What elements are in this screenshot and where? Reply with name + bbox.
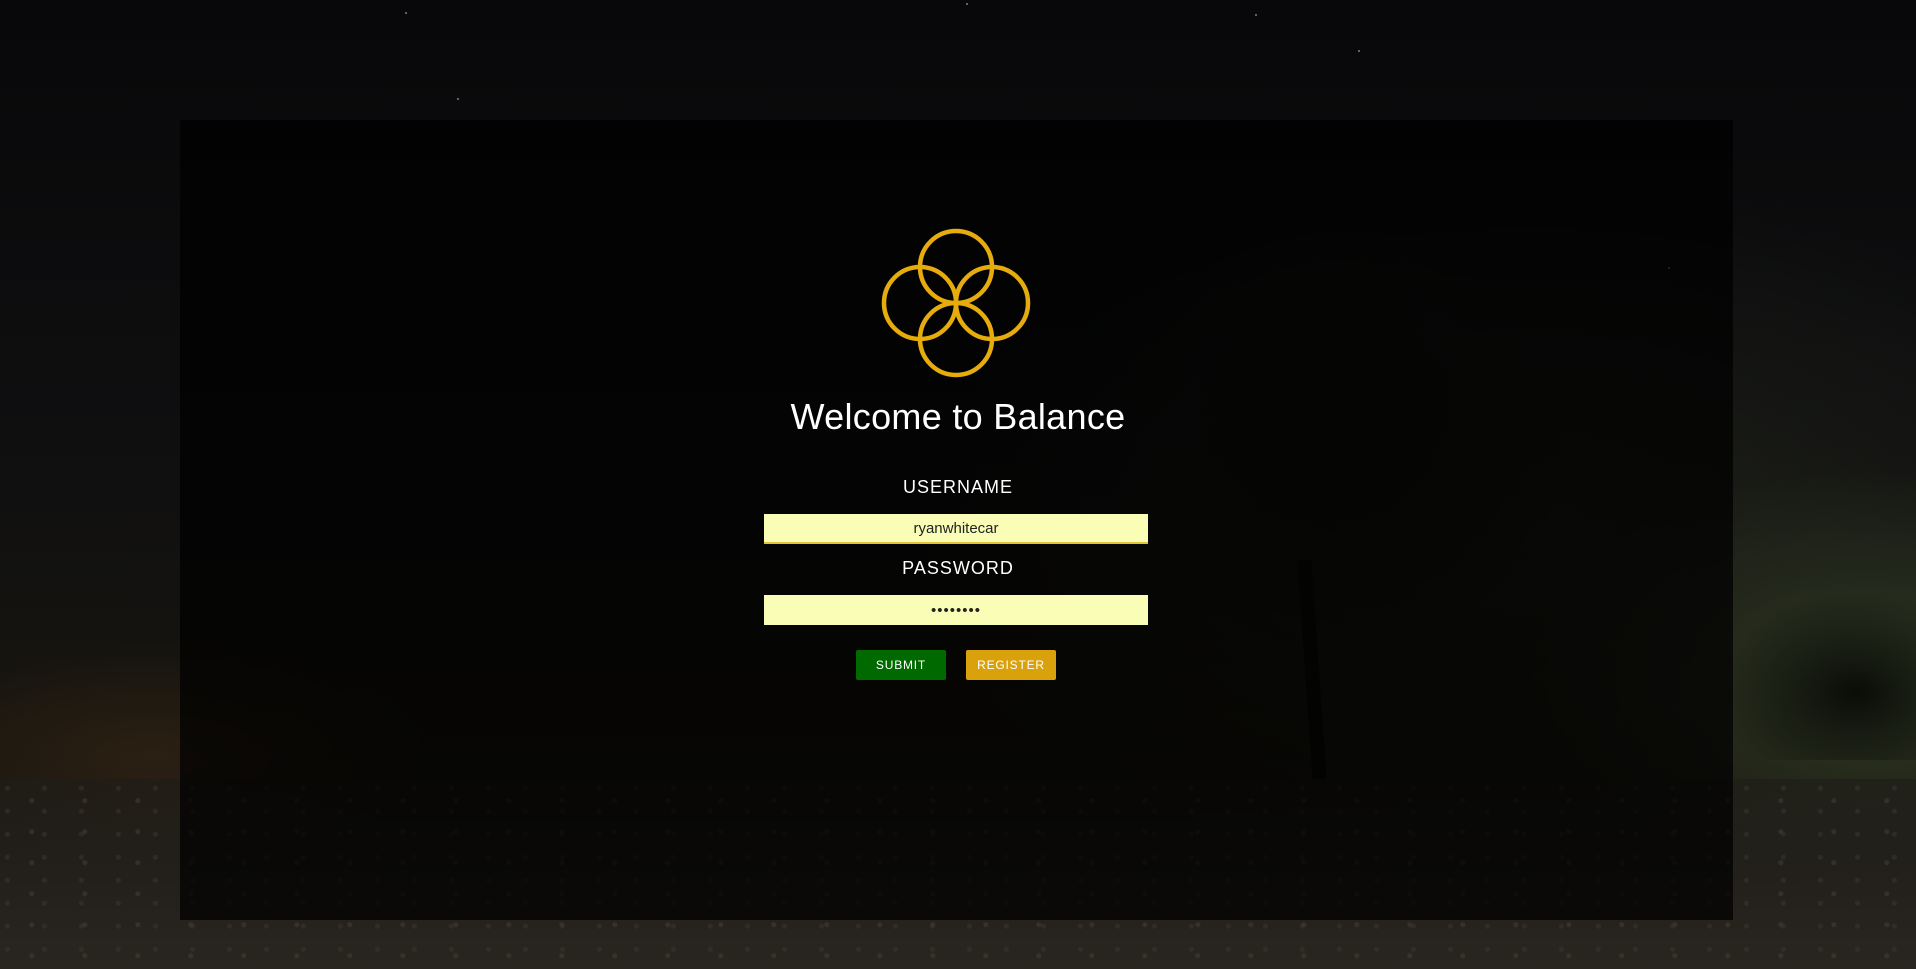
register-button[interactable]: REGISTER xyxy=(966,650,1056,680)
star xyxy=(966,3,968,5)
username-input[interactable] xyxy=(764,514,1148,544)
star xyxy=(1255,14,1257,16)
page-title: Welcome to Balance xyxy=(790,396,1126,437)
overlapping-rings-logo-icon xyxy=(881,228,1031,378)
username-label: USERNAME xyxy=(902,477,1013,497)
password-input[interactable] xyxy=(764,595,1148,625)
foliage-silhouette xyxy=(1716,590,1916,760)
password-label: PASSWORD xyxy=(902,558,1014,578)
star xyxy=(457,98,459,100)
submit-button[interactable]: SUBMIT xyxy=(856,650,946,680)
star xyxy=(405,12,407,14)
star xyxy=(1358,50,1360,52)
